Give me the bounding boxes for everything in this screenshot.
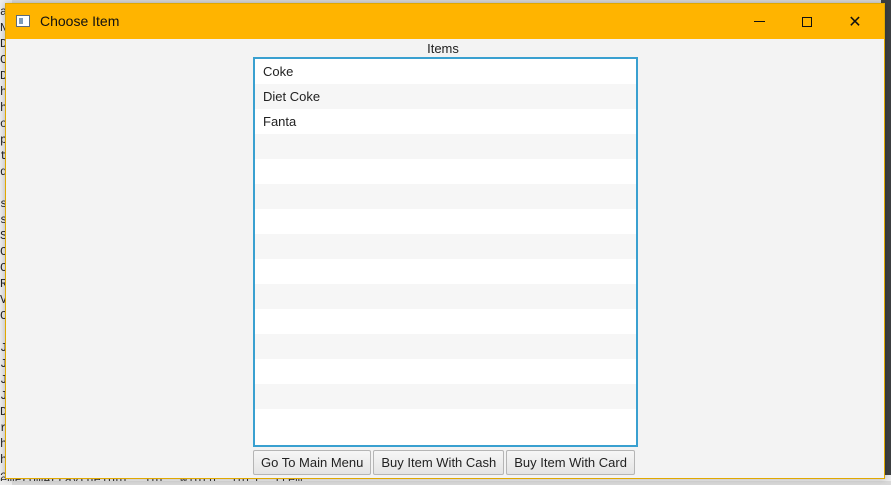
window-title: Choose Item	[40, 13, 120, 29]
list-item[interactable]	[255, 309, 636, 334]
maximize-button[interactable]	[784, 4, 830, 39]
maximize-icon	[802, 16, 812, 27]
list-item[interactable]	[255, 334, 636, 359]
buy-item-with-card-button[interactable]: Buy Item With Card	[506, 450, 635, 475]
list-item[interactable]	[255, 384, 636, 409]
buy-item-with-cash-button[interactable]: Buy Item With Cash	[373, 450, 505, 475]
title-bar[interactable]: Choose Item ✕	[6, 4, 884, 39]
items-list[interactable]: Coke Diet Coke Fanta	[253, 57, 638, 447]
list-item[interactable]	[255, 409, 636, 434]
app-window-icon	[16, 15, 30, 27]
close-icon: ✕	[848, 12, 862, 31]
list-item[interactable]: Diet Coke	[255, 84, 636, 109]
choose-item-window: Choose Item ✕ Items Coke Diet Coke Fanta G…	[5, 3, 885, 479]
list-item[interactable]	[255, 284, 636, 309]
list-item[interactable]: Coke	[255, 59, 636, 84]
minimize-button[interactable]	[736, 4, 782, 39]
go-to-main-menu-button[interactable]: Go To Main Menu	[253, 450, 372, 475]
list-item[interactable]	[255, 134, 636, 159]
close-button[interactable]: ✕	[832, 4, 878, 39]
minimize-icon	[753, 21, 765, 22]
list-item[interactable]	[255, 259, 636, 284]
list-item[interactable]	[255, 159, 636, 184]
items-label-text: Items	[427, 41, 459, 56]
items-label: Items	[6, 41, 884, 56]
action-buttons: Go To Main Menu Buy Item With Cash Buy I…	[253, 450, 635, 475]
list-item[interactable]	[255, 359, 636, 384]
list-item[interactable]	[255, 184, 636, 209]
list-item[interactable]	[255, 209, 636, 234]
list-item[interactable]	[255, 234, 636, 259]
list-item[interactable]: Fanta	[255, 109, 636, 134]
